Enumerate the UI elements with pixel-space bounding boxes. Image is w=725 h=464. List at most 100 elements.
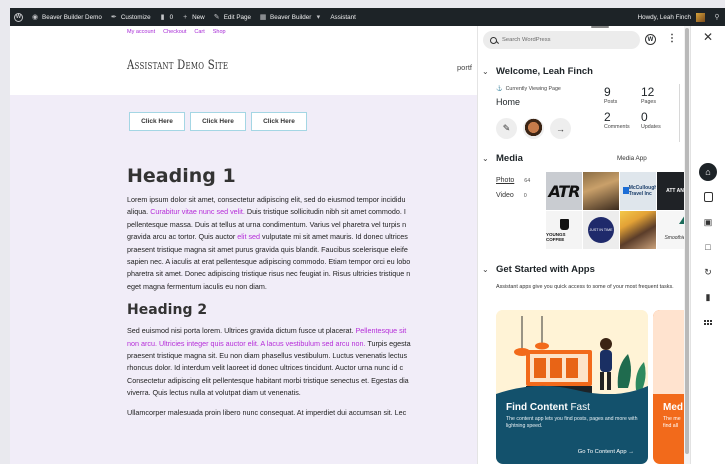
assistant-panel: Search WordPress W ⋮ ⌄ Welcome, Leah Fin… [477, 26, 690, 464]
card-description: The me find all [663, 416, 681, 429]
heading-2: Heading 2 [127, 302, 208, 319]
click-here-button[interactable]: Click Here [190, 112, 246, 131]
admin-bar: W ◉ Beaver Builder Demo ✒ Customize ▮ 0 + Ne… [10, 8, 725, 26]
media-tile[interactable]: McCullough Travel Inc [620, 172, 656, 210]
home-icon[interactable]: ⌂ [699, 163, 717, 181]
close-icon[interactable]: ✕ [703, 31, 713, 43]
text-segment: pharetra sit amet. Donec adipiscing tris… [127, 269, 411, 279]
content-app-card[interactable]: Find Content Fast The content app lets y… [496, 310, 648, 464]
media-tile[interactable]: JUST IN TIME [583, 211, 619, 249]
main-nav-item[interactable]: portf [457, 63, 472, 72]
tab-video[interactable]: Video 0 [496, 188, 530, 203]
text-line: Lorem ipsum dolor sit amet, consectetur … [127, 194, 477, 206]
dashboard-icon: ◉ [31, 14, 39, 21]
card-description: The content app lets you find posts, pag… [506, 416, 638, 429]
edit-page-link[interactable]: ✎ Edit Page [209, 8, 255, 26]
text-segment: Lorem ipsum dolor sit amet, consectetur … [127, 195, 406, 204]
text-segment: Consectetur adipiscing elit pellentesque… [127, 375, 409, 385]
card-title: Find Content Fast [506, 402, 590, 413]
text-segment: Duis tristique sollicitudin nibh sit ame… [244, 207, 406, 217]
top-link-checkout[interactable]: Checkout [163, 29, 186, 35]
stat-comments[interactable]: 2 Comments [604, 111, 641, 131]
media-section-header[interactable]: ⌄ Media [482, 153, 523, 164]
chevron-down-icon: ⌄ [482, 67, 489, 76]
tab-photo[interactable]: Photo 64 [496, 173, 530, 188]
search-icon: ⚲ [714, 14, 720, 21]
wordpress-menu[interactable]: W [10, 8, 27, 26]
inline-link[interactable]: non arcu. Ultricies integer quis auctor … [127, 339, 366, 348]
edit-pencil-icon[interactable]: ✎ [496, 118, 517, 139]
divider [679, 84, 680, 142]
anchor-icon: ⚓ [496, 86, 503, 92]
welcome-title: Welcome, Leah Finch [496, 66, 593, 77]
arrow-right-icon[interactable]: → [550, 118, 571, 139]
assistant-toolbar: ✕ ⌂ ▣ □ ↻ ▮ [690, 26, 725, 464]
wordpress-icon: W [14, 12, 23, 22]
top-link-cart[interactable]: Cart [194, 29, 204, 35]
bookmark-icon[interactable]: ▮ [699, 288, 717, 306]
site-title[interactable]: Assistant Demo Site [127, 58, 228, 73]
content-icon[interactable] [699, 188, 717, 206]
inline-link[interactable]: Pellentesque sit [356, 326, 407, 335]
scrollbar-thumb[interactable] [685, 28, 689, 454]
inline-link[interactable]: elit sed [237, 232, 260, 241]
media-tile[interactable]: YOUNGS COFFEE [546, 211, 582, 249]
media-tile[interactable] [583, 172, 619, 210]
comments-link[interactable]: ▮ 0 [155, 8, 178, 26]
media-icon[interactable]: ▣ [699, 213, 717, 231]
text-segment: pellentesque massa. Duis at tellus at ur… [127, 219, 407, 229]
beaver-builder-menu[interactable]: ▦ Beaver Builder ▾ [255, 8, 326, 26]
apps-title: Get Started with Apps [496, 264, 595, 275]
text-segment: eget magna fermentum iaculis eu non diam… [127, 281, 267, 291]
go-to-content-app-link[interactable]: Go To Content App → [578, 449, 634, 455]
admin-search-button[interactable]: ⚲ [709, 8, 725, 26]
site-name-link[interactable]: ◉ Beaver Builder Demo [27, 8, 106, 26]
media-tile[interactable]: ATR [546, 172, 582, 210]
stat-updates[interactable]: 0 Updates [641, 111, 678, 131]
drag-handle[interactable] [591, 26, 609, 28]
stat-posts[interactable]: 9 Posts [604, 86, 641, 106]
arrow-right-icon: → [628, 449, 634, 455]
welcome-section-header[interactable]: ⌄ Welcome, Leah Finch [482, 66, 593, 77]
apps-section-header[interactable]: ⌄ Get Started with Apps [482, 264, 595, 275]
comments-icon[interactable]: □ [699, 238, 717, 256]
text-segment: praesent tristique magna sit. Eu non dia… [127, 350, 408, 360]
top-navigation: My account Checkout Cart Shop [127, 29, 226, 35]
beaver-builder-icon[interactable] [523, 118, 544, 139]
updates-icon[interactable]: ↻ [699, 263, 717, 281]
plus-icon: + [183, 13, 188, 21]
brush-icon: ✒ [110, 14, 117, 21]
text-segment: vulputate mi sit amet mauris. Id donec u… [260, 232, 408, 242]
text-segment: viverra. Quis lectus nulla at volutpat d… [127, 388, 301, 398]
text-line: pharetra sit amet. Donec adipiscing tris… [127, 268, 477, 280]
text-line: pellentesque massa. Duis at tellus at ur… [127, 219, 477, 231]
media-grid: ATR McCullough Travel Inc ATT AN YOUNGS … [546, 172, 690, 249]
top-link-my-account[interactable]: My account [127, 29, 155, 35]
stat-pages[interactable]: 12 Pages [641, 86, 678, 106]
account-menu[interactable]: Howdy, Leah Finch [634, 8, 709, 26]
more-options-icon[interactable]: ⋮ [667, 33, 677, 44]
text-line: non arcu. Ultricies integer quis auctor … [127, 338, 477, 350]
text-line: eget magna fermentum iaculis eu non diam… [127, 281, 477, 293]
text-segment: aliqua. [127, 207, 151, 217]
assistant-link[interactable]: Assistant [326, 8, 360, 26]
media-tile[interactable] [620, 211, 656, 249]
search-input[interactable]: Search WordPress [483, 31, 640, 49]
inline-link[interactable]: Curabitur vitae nunc sed velit. [150, 207, 245, 216]
media-app-link[interactable]: Media App [617, 155, 647, 162]
button-row: Click Here Click Here Click Here [129, 112, 307, 131]
page-canvas: My account Checkout Cart Shop Assistant … [10, 26, 477, 464]
chevron-down-icon: ▾ [316, 14, 321, 21]
click-here-button[interactable]: Click Here [129, 112, 185, 131]
text-line: Ullamcorper malesuada proin libero nunc … [127, 407, 477, 419]
wordpress-icon[interactable]: W [645, 34, 656, 45]
text-segment: gravida arcu ac tortor. Quis auctor [127, 232, 238, 242]
search-icon [490, 36, 497, 44]
apps-grid-icon[interactable] [699, 313, 717, 331]
avatar [696, 12, 705, 22]
customize-link[interactable]: ✒ Customize [106, 8, 155, 26]
new-content-link[interactable]: + New [177, 8, 209, 26]
click-here-button[interactable]: Click Here [251, 112, 307, 131]
beaver-builder-icon: ▦ [259, 14, 267, 21]
top-link-shop[interactable]: Shop [213, 29, 226, 35]
